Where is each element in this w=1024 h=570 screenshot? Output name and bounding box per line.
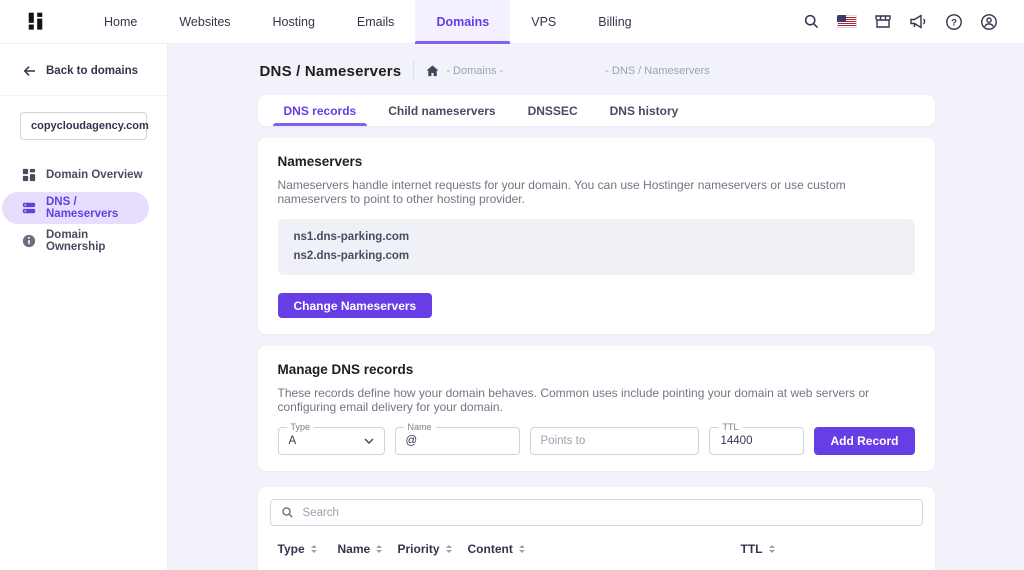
sort-icon: [519, 545, 525, 553]
records-search: [270, 499, 923, 526]
home-icon[interactable]: [426, 65, 439, 77]
page-title: DNS / Nameservers: [260, 63, 402, 80]
account-icon[interactable]: [980, 13, 998, 31]
type-field-label: Type: [287, 422, 315, 432]
back-arrow-icon: [22, 65, 36, 77]
change-nameservers-button[interactable]: Change Nameservers: [278, 293, 433, 318]
sort-icon: [376, 545, 382, 553]
svg-text:?: ?: [951, 17, 957, 28]
language-flag-icon[interactable]: [837, 15, 857, 28]
back-to-domains-link[interactable]: Back to domains: [0, 44, 167, 95]
store-icon[interactable]: [874, 13, 892, 30]
sidebar-menu: Domain Overview DNS / Nameservers Domain…: [0, 156, 167, 260]
dns-tabs: DNS records Child nameservers DNSSEC DNS…: [258, 95, 935, 126]
dns-records-table-card: Type Name Priority Content TTL: [258, 487, 935, 570]
sidebar-item-label: Domain Ownership: [46, 229, 149, 253]
announcements-megaphone-icon[interactable]: [909, 13, 928, 30]
type-select-value: A: [289, 435, 297, 447]
nameserver-value: ns2.dns-parking.com: [294, 247, 899, 266]
main-area: DNS / Nameservers - Domains - - DNS / Na…: [168, 44, 1024, 570]
nav-item-websites[interactable]: Websites: [158, 0, 251, 43]
help-icon[interactable]: ?: [945, 13, 963, 31]
record-name-input[interactable]: [406, 435, 509, 447]
name-field-label: Name: [404, 422, 436, 432]
breadcrumb-current: - DNS / Nameservers: [605, 65, 710, 77]
nav-item-vps[interactable]: VPS: [510, 0, 577, 43]
hostinger-logo-icon[interactable]: [26, 11, 45, 33]
add-record-form: Type A Name TTL Add Record: [278, 427, 915, 455]
main-nav: Home Websites Hosting Emails Domains VPS…: [83, 0, 653, 43]
sidebar-item-label: DNS / Nameservers: [46, 196, 149, 220]
info-icon: [22, 234, 36, 248]
sort-icon: [446, 545, 452, 553]
sort-icon: [769, 545, 775, 553]
chevron-down-icon: [364, 438, 374, 444]
breadcrumb-domain-spacer: [510, 71, 598, 72]
record-ttl-field: TTL: [709, 427, 804, 455]
back-to-domains-label: Back to domains: [46, 65, 138, 77]
column-header-priority[interactable]: Priority: [398, 542, 468, 556]
header-divider: [413, 60, 414, 82]
topbar-actions: ?: [803, 13, 998, 31]
records-search-input[interactable]: [303, 507, 912, 519]
add-record-button[interactable]: Add Record: [814, 427, 914, 455]
column-header-ttl[interactable]: TTL: [741, 542, 806, 556]
tab-dns-history[interactable]: DNS history: [594, 95, 695, 126]
sidebar-item-domain-overview[interactable]: Domain Overview: [2, 159, 149, 191]
nameserver-value: ns1.dns-parking.com: [294, 228, 899, 247]
record-points-field: [530, 427, 700, 455]
sidebar-item-domain-ownership[interactable]: Domain Ownership: [2, 225, 149, 257]
tab-dnssec[interactable]: DNSSEC: [512, 95, 594, 126]
record-type-select[interactable]: Type A: [278, 427, 385, 455]
nav-item-hosting[interactable]: Hosting: [252, 0, 336, 43]
search-icon: [281, 506, 294, 519]
nav-item-domains[interactable]: Domains: [415, 0, 510, 43]
sort-icon: [311, 545, 317, 553]
domain-select[interactable]: copycloudagency.com: [20, 112, 147, 140]
search-icon[interactable]: [803, 13, 820, 30]
top-bar: Home Websites Hosting Emails Domains VPS…: [0, 0, 1024, 44]
tab-dns-records[interactable]: DNS records: [268, 95, 373, 126]
sidebar-item-dns-nameservers[interactable]: DNS / Nameservers: [2, 192, 149, 224]
manage-records-title: Manage DNS records: [278, 362, 915, 377]
table-header-row: Type Name Priority Content TTL: [270, 526, 923, 570]
column-header-name[interactable]: Name: [338, 542, 398, 556]
column-header-type[interactable]: Type: [278, 542, 338, 556]
record-points-to-input[interactable]: [541, 435, 689, 447]
nav-item-home[interactable]: Home: [83, 0, 158, 43]
record-name-field: Name: [395, 427, 520, 455]
record-ttl-input[interactable]: [720, 435, 793, 447]
nameservers-description: Nameservers handle internet requests for…: [278, 178, 915, 206]
ttl-field-label: TTL: [718, 422, 742, 432]
domain-select-value: copycloudagency.com: [31, 120, 149, 132]
dns-server-icon: [22, 201, 36, 215]
breadcrumb: - Domains - - DNS / Nameservers: [426, 65, 709, 77]
manage-dns-records-card: Manage DNS records These records define …: [258, 346, 935, 471]
nameservers-title: Nameservers: [278, 154, 915, 169]
sidebar-divider: [0, 95, 167, 96]
nav-item-emails[interactable]: Emails: [336, 0, 416, 43]
sidebar-item-label: Domain Overview: [46, 169, 143, 181]
tab-child-nameservers[interactable]: Child nameservers: [372, 95, 511, 126]
nameservers-card: Nameservers Nameservers handle internet …: [258, 138, 935, 334]
sidebar: Back to domains copycloudagency.com Doma…: [0, 44, 168, 570]
page-header: DNS / Nameservers - Domains - - DNS / Na…: [260, 60, 935, 82]
nameservers-box: ns1.dns-parking.com ns2.dns-parking.com: [278, 219, 915, 275]
column-header-content[interactable]: Content: [468, 542, 741, 556]
nav-item-billing[interactable]: Billing: [577, 0, 652, 43]
breadcrumb-domains[interactable]: - Domains -: [446, 65, 503, 77]
manage-records-description: These records define how your domain beh…: [278, 386, 915, 414]
grid-icon: [22, 168, 36, 182]
